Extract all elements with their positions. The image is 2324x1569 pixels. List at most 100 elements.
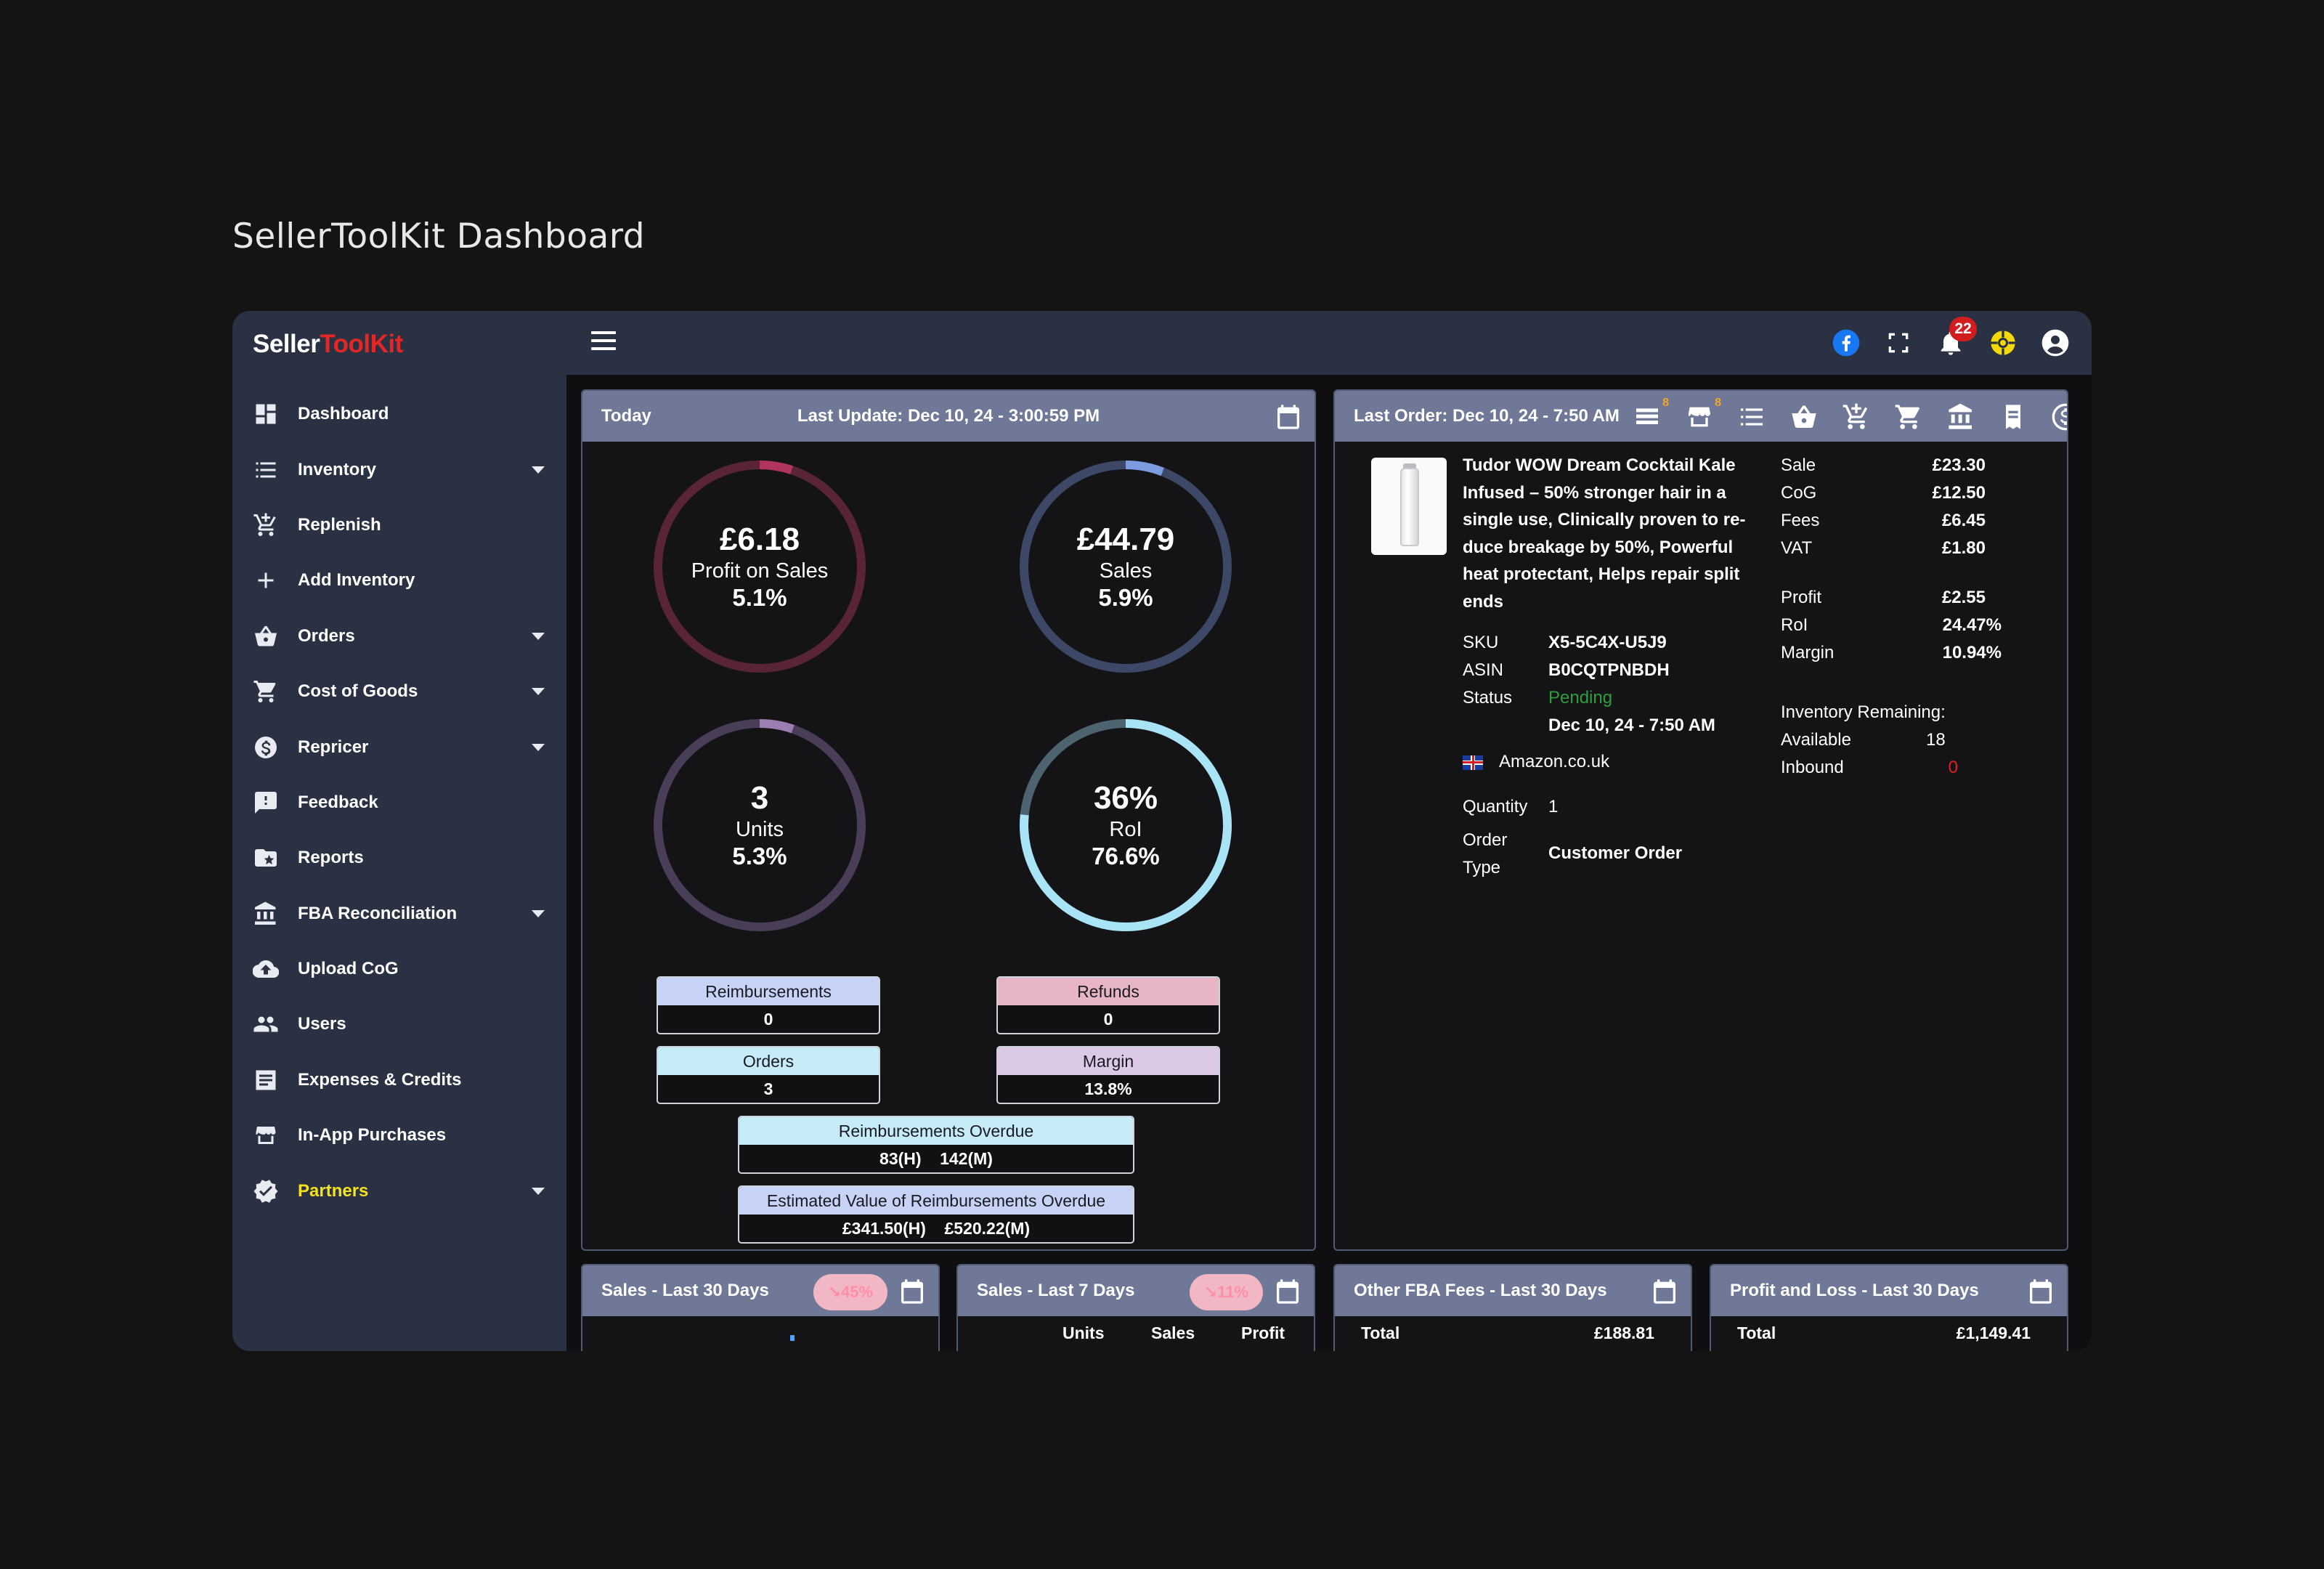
sales-30-days-title: Sales - Last 30 Days	[601, 1281, 769, 1300]
sidebar-item-reports[interactable]: Reports	[232, 830, 566, 885]
plus-icon	[253, 567, 279, 593]
product-image[interactable]	[1371, 458, 1447, 555]
topbar: 22	[566, 311, 2092, 375]
sidebar-item-label: Users	[298, 1014, 346, 1034]
menu-toggle-icon[interactable]	[591, 331, 616, 354]
chevron-down-icon[interactable]	[532, 632, 545, 640]
calendar-icon[interactable]	[1273, 1277, 1302, 1306]
order-header-icons: 8 8	[1630, 397, 2067, 434]
page-title: SellerToolKit Dashboard	[232, 216, 646, 256]
sidebar-item-label: Reports	[298, 848, 364, 868]
sidebar-item-label: Add Inventory	[298, 570, 415, 591]
product-title[interactable]: Tudor WOW Dream Cocktail Kale Infused – …	[1463, 452, 1753, 615]
dollar-icon[interactable]	[2048, 400, 2067, 434]
sidebar-item-dashboard[interactable]: Dashboard	[232, 386, 566, 442]
vat-label: VAT	[1781, 538, 1813, 558]
available-value: 18	[1926, 730, 1946, 750]
reimbursements-box: Reimbursements 0	[657, 976, 880, 1034]
store-icon[interactable]: 8	[1682, 397, 1721, 434]
cog-label: CoG	[1781, 483, 1817, 503]
order-list-icon[interactable]: 8	[1630, 397, 1669, 434]
sidebar-item-repricer[interactable]: Repricer	[232, 719, 566, 774]
brand-logo[interactable]: SellerToolKit	[253, 323, 403, 366]
roi-value: 36%	[1093, 780, 1158, 816]
chart-dot	[790, 1335, 795, 1341]
fba-fees-header: Other FBA Fees - Last 30 Days	[1335, 1265, 1691, 1316]
fullscreen-icon[interactable]	[1881, 325, 1916, 360]
calendar-icon[interactable]	[1274, 402, 1303, 431]
order-type-label-2: Type	[1463, 858, 1501, 877]
profit-loss-header: Profit and Loss - Last 30 Days	[1711, 1265, 2067, 1316]
facebook-icon[interactable]	[1829, 325, 1864, 360]
cart-add-icon[interactable]	[1839, 400, 1874, 434]
cog-value: £12.50	[1932, 483, 1986, 503]
sidebar-item-in-app-purchases[interactable]: In-App Purchases	[232, 1108, 566, 1163]
sales-ring: £44.79 Sales 5.9%	[1014, 455, 1238, 678]
sidebar-item-replenish[interactable]: Replenish	[232, 498, 566, 553]
calendar-icon[interactable]	[1650, 1277, 1679, 1306]
bank-icon[interactable]	[1943, 400, 1978, 434]
units-value: 3	[750, 780, 769, 816]
sales-30-days-header: Sales - Last 30 Days ↘45%	[582, 1265, 938, 1316]
sidebar-item-partners[interactable]: Partners	[232, 1163, 566, 1218]
sidebar-item-users[interactable]: Users	[232, 997, 566, 1052]
dashboard-icon	[253, 401, 279, 427]
receipt-icon[interactable]	[1996, 400, 2031, 434]
today-panel: Today Last Update: Dec 10, 24 - 3:00:59 …	[581, 389, 1316, 1251]
shopping-cart-icon[interactable]	[1891, 400, 1926, 434]
reimbursements-value: 0	[763, 1010, 773, 1029]
chevron-down-icon[interactable]	[532, 909, 545, 917]
sku-value: X5-5C4X-U5J9	[1548, 633, 1667, 652]
sales-30-days-panel: Sales - Last 30 Days ↘45%	[581, 1264, 940, 1351]
bell-icon[interactable]: 22	[1933, 317, 1977, 360]
calendar-icon[interactable]	[898, 1277, 927, 1306]
chevron-down-icon[interactable]	[532, 1187, 545, 1195]
sidebar-item-add-inventory[interactable]: Add Inventory	[232, 553, 566, 608]
roi-value-order: 24.47%	[1942, 615, 2002, 635]
list-icon	[253, 457, 279, 483]
sidebar-item-feedback[interactable]: Feedback	[232, 775, 566, 830]
order-type-value: Customer Order	[1548, 843, 1683, 863]
chevron-down-icon[interactable]	[532, 743, 545, 751]
today-panel-header: Today Last Update: Dec 10, 24 - 3:00:59 …	[582, 391, 1315, 442]
sidebar-item-expenses-credits[interactable]: Expenses & Credits	[232, 1053, 566, 1108]
sidebar-item-orders[interactable]: Orders	[232, 609, 566, 664]
list-icon[interactable]	[1734, 400, 1769, 434]
sales-col-header: Sales	[1151, 1323, 1195, 1342]
users-icon	[253, 1011, 279, 1037]
sales-7-trend-badge: ↘11%	[1189, 1274, 1263, 1310]
refunds-value: 0	[1103, 1010, 1113, 1029]
chevron-down-icon[interactable]	[532, 688, 545, 696]
sidebar-nav: Dashboard Inventory Replenish Add Inventory…	[232, 386, 566, 1219]
inventory-remaining-title: Inventory Remaining:	[1781, 702, 1946, 722]
sidebar-item-label: Feedback	[298, 792, 378, 812]
last-order-title: Last Order: Dec 10, 24 - 7:50 AM	[1354, 406, 1620, 426]
quantity-value: 1	[1548, 797, 1559, 816]
account-icon[interactable]	[2038, 325, 2073, 360]
refunds-box: Refunds 0	[996, 976, 1220, 1034]
margin-label: Margin	[998, 1047, 1219, 1075]
sidebar-item-inventory[interactable]: Inventory	[232, 442, 566, 497]
order-type-label-1: Order	[1463, 830, 1508, 850]
sidebar-item-fba-reconciliation[interactable]: FBA Reconciliation	[232, 886, 566, 941]
reimbursements-overdue-box: Reimbursements Overdue 83(H) 142(M)	[738, 1116, 1134, 1174]
profit-loss-total-value: £1,149.41	[1956, 1323, 2031, 1342]
sidebar-item-label: Expenses & Credits	[298, 1069, 462, 1090]
sidebar-item-label: Cost of Goods	[298, 681, 418, 702]
margin-box: Margin 13.8%	[996, 1046, 1220, 1104]
roi-percent: 76.6%	[1092, 843, 1160, 869]
reimbursements-label: Reimbursements	[658, 978, 879, 1005]
support-icon[interactable]	[1986, 325, 2020, 360]
sidebar-item-upload-cog[interactable]: Upload CoG	[232, 941, 566, 997]
units-col-header: Units	[1063, 1323, 1105, 1342]
basket-icon[interactable]	[1787, 400, 1821, 434]
sales-30-trend-badge: ↘45%	[813, 1274, 887, 1310]
marketplace-label: Amazon.co.uk	[1499, 752, 1610, 771]
calendar-icon[interactable]	[2026, 1277, 2055, 1306]
sidebar-item-label: Inventory	[298, 459, 377, 479]
chevron-down-icon[interactable]	[532, 466, 545, 474]
sales-value: £44.79	[1076, 522, 1175, 557]
roi-label: RoI	[1109, 818, 1142, 841]
asin-value[interactable]: B0CQTPNBDH	[1548, 657, 1670, 684]
sidebar-item-cost-of-goods[interactable]: Cost of Goods	[232, 664, 566, 719]
